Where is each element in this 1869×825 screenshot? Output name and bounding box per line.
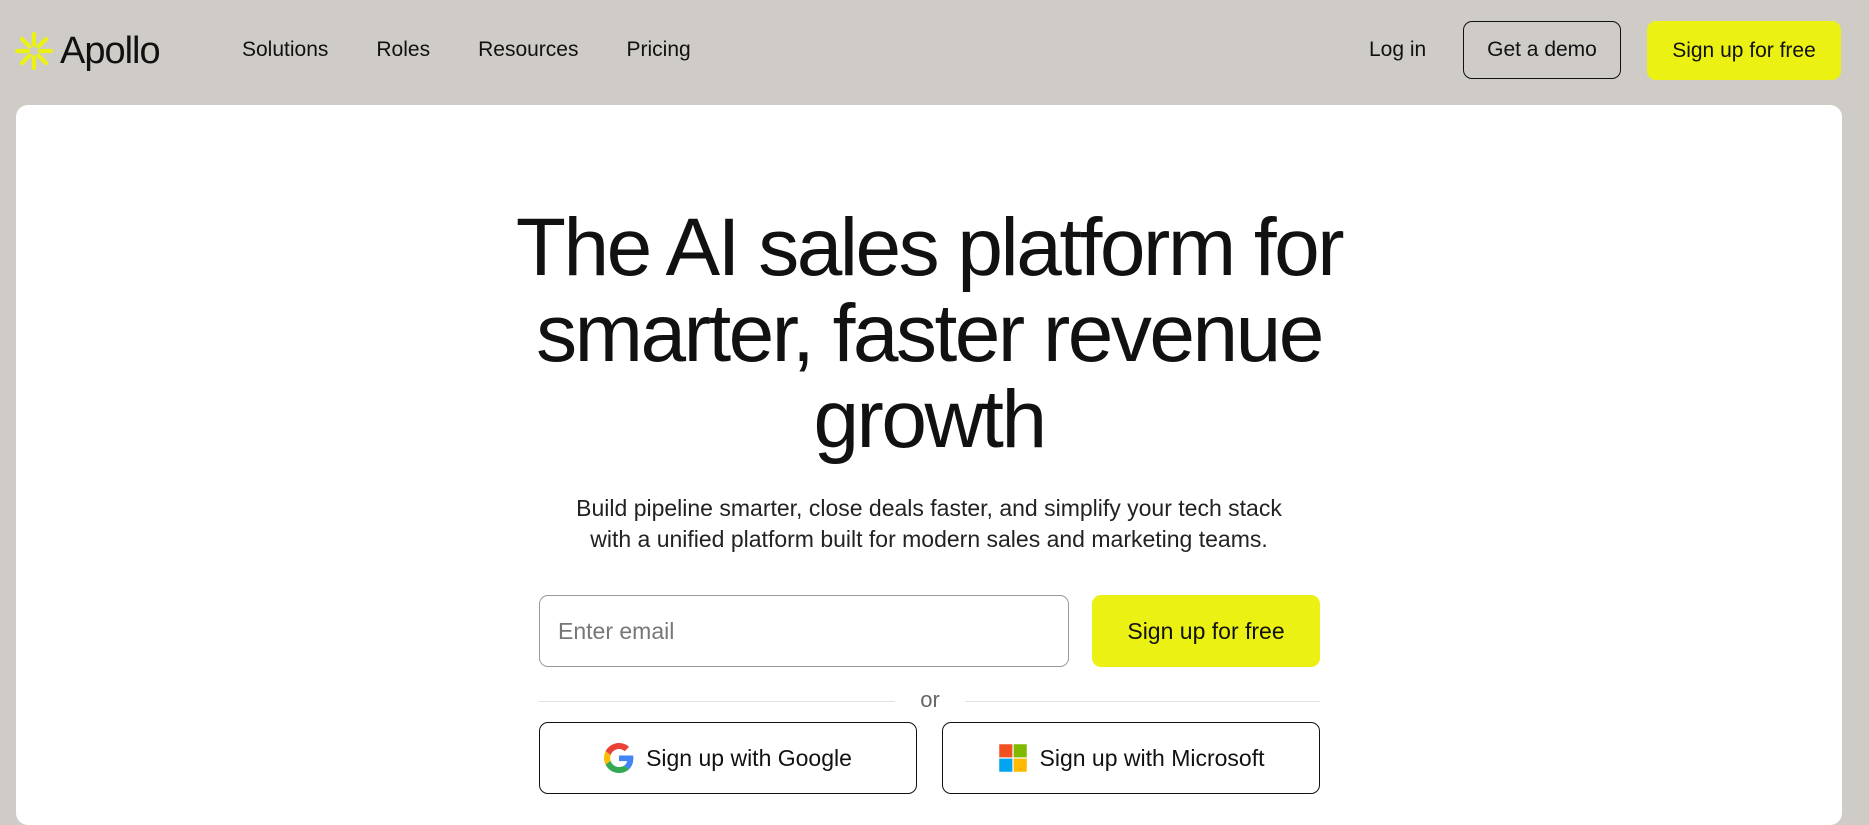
headline-line: growth xyxy=(813,374,1047,465)
hero-card: The AI sales platform for smarter, faste… xyxy=(16,105,1842,825)
email-input[interactable] xyxy=(539,595,1069,667)
hero-subtext: Build pipeline smarter, close deals fast… xyxy=(16,493,1842,555)
headline-line: smarter, faster revenue xyxy=(536,288,1324,379)
main-nav: Solutions Roles Resources Pricing xyxy=(242,38,691,62)
login-link[interactable]: Log in xyxy=(1369,38,1426,62)
google-icon xyxy=(604,743,634,773)
hero-headline: The AI sales platform for smarter, faste… xyxy=(16,205,1842,463)
or-divider: or xyxy=(539,681,1320,721)
hero-signup-button[interactable]: Sign up for free xyxy=(1092,595,1320,667)
subtext-line: with a unified platform built for modern… xyxy=(590,526,1268,552)
subtext-line: Build pipeline smarter, close deals fast… xyxy=(576,495,1282,521)
nav-item-pricing[interactable]: Pricing xyxy=(626,38,690,62)
get-demo-button[interactable]: Get a demo xyxy=(1463,21,1621,79)
nav-item-roles[interactable]: Roles xyxy=(376,38,430,62)
apollo-logo[interactable]: Apollo xyxy=(14,26,161,76)
microsoft-signup-button[interactable]: Sign up with Microsoft xyxy=(942,722,1320,794)
header-signup-button[interactable]: Sign up for free xyxy=(1647,21,1841,80)
brand-name: Apollo xyxy=(60,29,161,72)
nav-item-resources[interactable]: Resources xyxy=(478,38,578,62)
asterisk-logo-icon xyxy=(14,31,54,71)
or-text: or xyxy=(920,687,940,712)
nav-item-solutions[interactable]: Solutions xyxy=(242,38,328,62)
headline-line: The AI sales platform for xyxy=(515,202,1345,293)
google-signup-label: Sign up with Google xyxy=(646,744,852,771)
divider-line-right xyxy=(965,701,1320,702)
google-signup-button[interactable]: Sign up with Google xyxy=(539,722,917,794)
microsoft-signup-label: Sign up with Microsoft xyxy=(1039,744,1265,771)
microsoft-icon xyxy=(998,744,1027,772)
top-navigation-bar: Apollo Solutions Roles Resources Pricing… xyxy=(0,0,1869,104)
divider-line-left xyxy=(539,701,895,702)
